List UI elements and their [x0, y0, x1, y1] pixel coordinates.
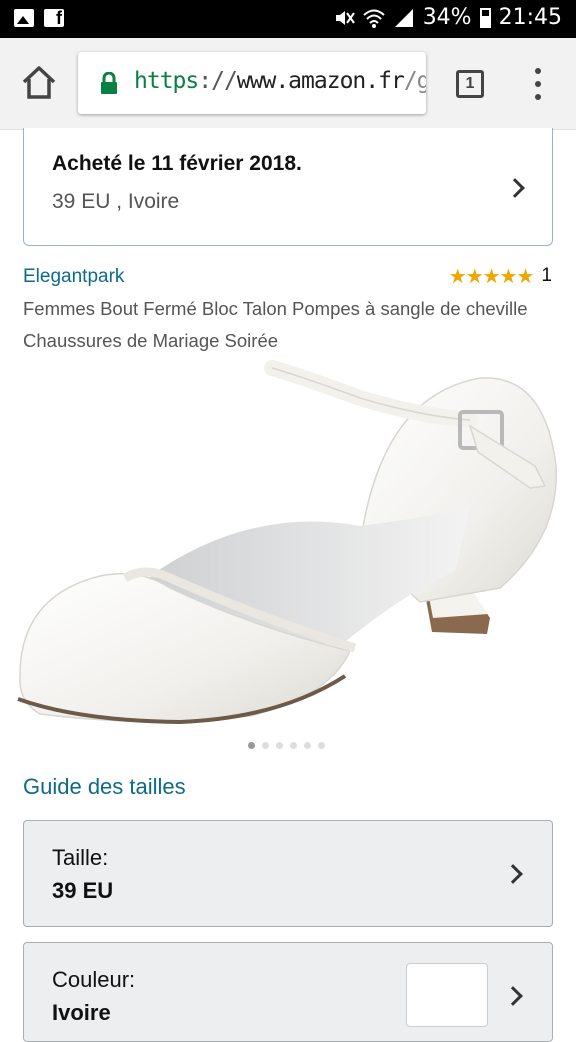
image-carousel-indicator: [248, 742, 325, 749]
url-separator: ://: [198, 68, 238, 94]
chevron-right-icon: [503, 864, 523, 884]
color-value: Ivoire: [52, 1000, 111, 1025]
gallery-icon: [14, 9, 34, 27]
size-value: 39 EU: [52, 878, 114, 903]
size-guide-link[interactable]: Guide des tailles: [23, 774, 186, 800]
order-date: Acheté le 11 février 2018.: [52, 152, 302, 175]
wifi-icon: [363, 9, 385, 28]
chevron-right-icon: [503, 986, 523, 1006]
battery-icon: [479, 7, 491, 28]
url-path: /g: [403, 68, 426, 94]
url-text: https://www.amazon.fr/g: [134, 68, 426, 94]
tab-switcher-button[interactable]: 1: [456, 70, 484, 98]
facebook-icon: f: [44, 9, 64, 27]
carousel-dot[interactable]: [248, 742, 255, 749]
brand-link[interactable]: Elegantpark: [23, 266, 124, 288]
carousel-dot[interactable]: [290, 742, 297, 749]
order-details: 39 EU , Ivoire: [52, 190, 180, 213]
overflow-menu-icon[interactable]: [530, 68, 546, 100]
chevron-right-icon: [505, 178, 525, 198]
product-image[interactable]: [0, 356, 576, 734]
size-label: Taille:: [52, 845, 109, 870]
status-bar: f 34% 21:45: [0, 0, 576, 38]
battery-percent: 34%: [422, 5, 472, 30]
carousel-dot[interactable]: [262, 742, 269, 749]
lock-icon: [101, 72, 117, 94]
url-host: www.amazon.fr: [236, 68, 405, 94]
product-title: Femmes Bout Fermé Bloc Talon Pompes à sa…: [23, 298, 528, 351]
carousel-dot[interactable]: [276, 742, 283, 749]
clock: 21:45: [498, 5, 562, 30]
color-selector[interactable]: Couleur: Ivoire: [23, 942, 553, 1042]
carousel-dot[interactable]: [304, 742, 311, 749]
address-bar[interactable]: https://www.amazon.fr/g: [78, 52, 426, 114]
browser-toolbar: https://www.amazon.fr/g 1: [0, 38, 576, 130]
color-label: Couleur:: [52, 967, 136, 992]
url-scheme: https: [134, 68, 199, 94]
home-icon[interactable]: [20, 64, 58, 102]
size-selector[interactable]: Taille: 39 EU: [23, 820, 553, 927]
mute-icon: [335, 10, 355, 25]
signal-icon: [394, 8, 413, 27]
color-swatch[interactable]: [406, 963, 488, 1027]
order-history-card[interactable]: Acheté le 11 février 2018. 39 EU , Ivoir…: [23, 128, 553, 246]
star-rating-icon: ★★★★★: [448, 264, 535, 288]
carousel-dot[interactable]: [318, 742, 325, 749]
rating[interactable]: ★★★★★ 1: [449, 264, 552, 288]
rating-count: 1: [541, 265, 552, 286]
